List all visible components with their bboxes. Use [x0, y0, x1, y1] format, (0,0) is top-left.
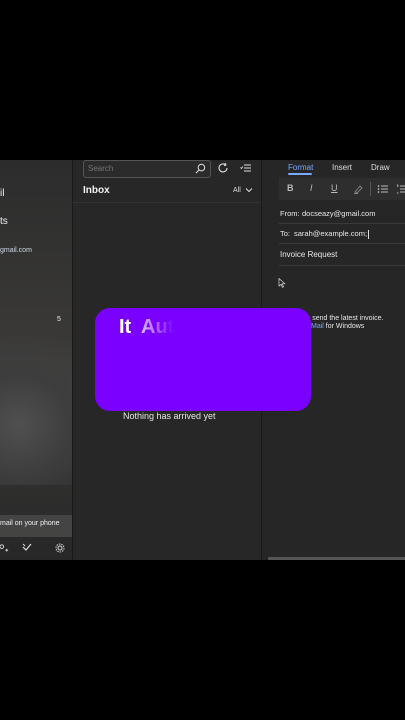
horizontal-scrollbar[interactable] — [268, 557, 405, 560]
format-toolbar: B I U — [279, 178, 405, 200]
nav-account-email[interactable]: gmail.com — [0, 247, 32, 254]
text-caret — [368, 229, 370, 239]
tab-draw[interactable]: Draw — [371, 163, 390, 172]
folder-title: Inbox — [83, 185, 110, 196]
toolbar-separator — [370, 182, 371, 196]
bullet-list-icon[interactable] — [377, 184, 389, 194]
bold-button[interactable]: B — [287, 183, 294, 193]
numbered-list-icon[interactable] — [396, 184, 405, 194]
sync-refresh-icon[interactable] — [217, 162, 229, 174]
subject-field[interactable]: Invoice Request — [279, 245, 405, 266]
to-label: To: — [280, 229, 291, 238]
nav-toolbar — [0, 540, 72, 560]
subject-value[interactable]: Invoice Request — [280, 250, 337, 259]
promo-overlay-card: It Aut — [95, 308, 311, 411]
from-label: From: — [280, 209, 300, 218]
search-icon[interactable] — [195, 163, 206, 174]
people-icon[interactable] — [0, 543, 9, 554]
banner-label: mail on your phone — [0, 520, 60, 527]
to-field[interactable]: To: sarah@example.com; — [279, 225, 405, 244]
mouse-pointer-icon — [278, 278, 286, 288]
overlay-title-word: It — [119, 316, 132, 338]
to-value: sarah@example.com; — [294, 229, 368, 238]
from-value[interactable]: docseazy@gmail.com — [302, 209, 375, 218]
search-input[interactable] — [88, 162, 188, 175]
overlay-title-fading-word: Aut — [141, 316, 175, 338]
navigation-pane: il ts gmail.com 5 mail on your phone — [0, 160, 72, 560]
underline-button[interactable]: U — [331, 183, 338, 193]
from-field[interactable]: From: docseazy@gmail.com — [279, 205, 405, 224]
unread-count-badge: 5 — [57, 316, 61, 323]
divider — [73, 202, 262, 203]
active-tab-indicator — [288, 173, 312, 175]
highlight-icon[interactable] — [353, 184, 365, 194]
tab-format[interactable]: Format — [288, 163, 313, 172]
to-input[interactable]: sarah@example.com; — [294, 229, 370, 239]
signature-suffix: for Windows — [323, 323, 365, 330]
settings-gear-icon[interactable] — [55, 543, 65, 555]
todo-check-icon[interactable] — [22, 543, 32, 554]
nav-item-mail[interactable]: il — [0, 188, 4, 199]
nav-item-accounts[interactable]: ts — [0, 216, 8, 227]
italic-button[interactable]: I — [310, 183, 313, 193]
background-mountain-image — [0, 335, 72, 485]
search-box[interactable] — [83, 160, 211, 178]
tab-insert[interactable]: Insert — [332, 163, 352, 172]
selection-mode-icon[interactable] — [240, 162, 252, 174]
empty-inbox-message: Nothing has arrived yet — [123, 411, 216, 421]
get-mail-on-phone-banner[interactable]: mail on your phone — [0, 515, 72, 537]
filter-dropdown[interactable]: All — [233, 187, 241, 194]
body-signature-line: Mail for Windows — [311, 323, 364, 330]
signature-link[interactable]: Mail — [311, 323, 324, 330]
body-text-line: ase send the latest invoice. — [299, 315, 384, 322]
chevron-down-icon[interactable] — [245, 187, 253, 193]
